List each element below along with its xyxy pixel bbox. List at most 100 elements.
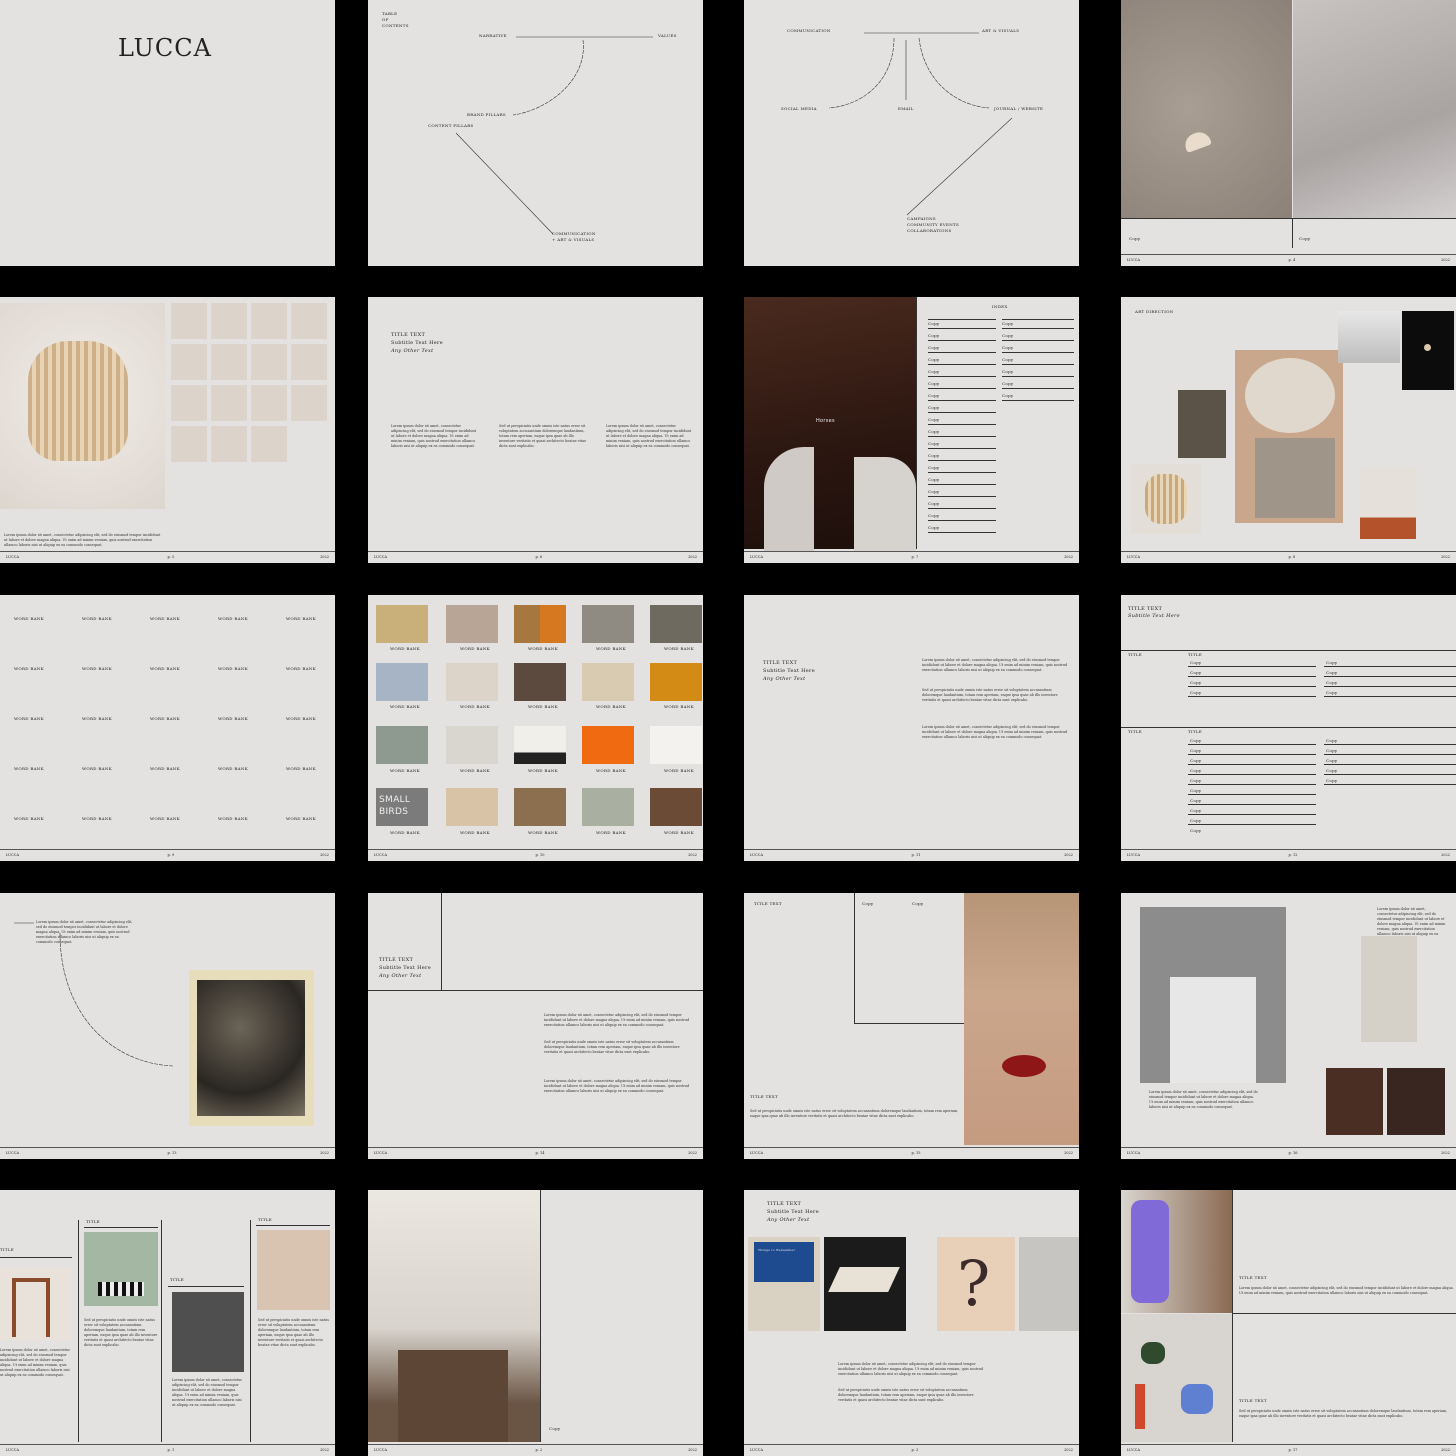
toc-brand-pillars: BRAND PILLARS [467, 112, 506, 117]
text-label: Any Other Text [379, 973, 422, 979]
divider-line [1188, 764, 1316, 765]
table-page[interactable]: TITLE TEXT Subtitle Text Here TITLE TITL… [1121, 595, 1456, 861]
text-label: Copy [549, 1426, 561, 1431]
text-label: Lorem ipsum dolor sit amet, consectetur … [1239, 1286, 1454, 1295]
text-label: TITLE TEXT [1239, 1398, 1267, 1403]
text-label: 2022 [1441, 1151, 1450, 1155]
text-label: Copy [1002, 393, 1014, 398]
text-label: LUCCA [1127, 1151, 1140, 1155]
text-label: WORD BANK [460, 646, 490, 651]
divider-line [250, 1220, 251, 1442]
comm-collab: COLLABORATIONS [907, 228, 952, 233]
divider-line [928, 448, 996, 449]
caption-copy: Copy [1299, 236, 1311, 241]
text-label: Lorem ipsum dolor sit amet, consectetur … [922, 658, 1068, 672]
divider-line [0, 1257, 72, 1258]
text-label: Copy [912, 901, 924, 906]
toc-page[interactable]: TABLE OF CONTENTS NARRATIVE VALUES BRAND… [368, 0, 703, 266]
moodboard-moon [1402, 311, 1454, 390]
text-label: Sed ut perspiciatis unde omnis iste natu… [750, 1109, 959, 1118]
object-strip-page[interactable]: TITLE TEXT Subtitle Text Here Any Other … [744, 1190, 1079, 1456]
wb-image [650, 663, 702, 701]
hanging-vases-photo [1121, 1314, 1232, 1442]
text-label: WORD BANK [664, 704, 694, 709]
wb-image [514, 605, 566, 643]
interior-photo [368, 1190, 540, 1442]
staircase-photo [189, 970, 314, 1126]
columns-images-page[interactable]: TITLE Lorem ipsum dolor sit amet, consec… [0, 1190, 335, 1456]
text-column-2: Sed ut perspiciatis unde omnis iste natu… [499, 424, 587, 448]
text-label: Sed ut perspiciatis unde omnis iste natu… [544, 1040, 680, 1054]
text-label: Sed ut perspiciatis unde omnis iste natu… [922, 688, 1058, 702]
footer: LUCCA p. 12 2022 [1121, 849, 1456, 861]
divider-line [1121, 650, 1456, 651]
text-label: 2022 [688, 1151, 697, 1155]
text-label: WORD BANK [596, 768, 626, 773]
text-label: WORD BANK [150, 716, 180, 721]
divider-line [256, 1225, 330, 1226]
sheer-trousers-photo [1293, 0, 1456, 218]
face-photo [964, 893, 1079, 1145]
sculpture-shape [28, 341, 128, 461]
text-label: p. 17 [1288, 1448, 1298, 1452]
text-label: WORD BANK [460, 768, 490, 773]
comm-social: SOCIAL MEDIA [781, 106, 817, 111]
divider-line [161, 1220, 162, 1442]
text-label: LUCCA [750, 853, 763, 857]
footer: LUCCA p. 7 2022 [744, 551, 1079, 563]
footer: LUCCA p. 5 2022 [0, 551, 335, 563]
divider-line [1188, 774, 1316, 775]
text-label: WORD BANK [218, 766, 248, 771]
split-title-page[interactable]: TITLE TEXT Subtitle Text Here Any Other … [368, 893, 703, 1159]
text-label: 2022 [1064, 555, 1073, 559]
index-page[interactable]: Horses INDEX Copy Copy Copy Copy Copy Co… [744, 297, 1079, 563]
image-word-bank-page[interactable]: WORD BANK WORD BANK WORD BANK WORD BANK … [368, 595, 703, 861]
fashion-page[interactable]: Lorem ipsum dolor sit amet, consectetur … [1121, 893, 1456, 1159]
text-label: WORD BANK [14, 716, 44, 721]
photo-spread-fan[interactable]: Copy Copy LUCCA p. 4 2022 [1121, 0, 1456, 266]
divider-line [1002, 400, 1074, 401]
text-label: 2022 [320, 1448, 329, 1452]
divider-line [1002, 376, 1074, 377]
sculpture-page[interactable]: Lorem ipsum dolor sit amet, consectetur … [0, 297, 335, 563]
text-label: Copy [1190, 828, 1202, 833]
text-columns-page[interactable]: TITLE TEXT Subtitle Text Here Any Other … [368, 297, 703, 563]
text-label: Copy [928, 345, 940, 350]
text-label: 2022 [320, 1151, 329, 1155]
cover-page[interactable]: LUCCA [0, 0, 335, 266]
art-direction-page[interactable]: ART DIRECTION LUCCA p. 8 2022 [1121, 297, 1456, 563]
word-bank-page[interactable]: WORD BANK WORD BANK WORD BANK WORD BANK … [0, 595, 335, 861]
title-text-page[interactable]: TITLE TEXT Subtitle Text Here Any Other … [744, 595, 1079, 861]
vase-photo [1361, 936, 1417, 1042]
text-label: Lorem ipsum dolor sit amet, consectetur … [922, 725, 1068, 739]
divider-line [1232, 1313, 1456, 1314]
purple-object-page[interactable]: TITLE TEXT Lorem ipsum dolor sit amet, c… [1121, 1190, 1456, 1456]
portrait-page[interactable]: TITLE TEXT Copy Copy TITLE TEXT Sed ut p… [744, 893, 1079, 1159]
divider-line [1002, 352, 1074, 353]
text-label: WORD BANK [14, 766, 44, 771]
small-birds-image: SMALL BIRDS [376, 788, 428, 826]
divider-line [928, 472, 996, 473]
sand-fan-photo [1121, 0, 1292, 218]
text-label: Copy [928, 429, 940, 434]
divider-line [1324, 784, 1456, 785]
divider-line [854, 893, 855, 1023]
text-label: TITLE [258, 1217, 272, 1222]
spread-grid: LUCCA TABLE OF CONTENTS NARRATIVE VALUES… [0, 0, 1456, 1456]
staircase-page[interactable]: Lorem ipsum dolor sit amet, consectetur … [0, 893, 335, 1159]
text-label: TITLE TEXT [1128, 606, 1163, 612]
text-label: LUCCA [374, 853, 387, 857]
interior-photo-page[interactable]: Copy LUCCA p. 2 2022 [368, 1190, 703, 1456]
communication-page[interactable]: COMMUNICATION ART & VISUALS SOCIAL MEDIA… [744, 0, 1079, 266]
text-label: WORD BANK [218, 816, 248, 821]
text-label: Copy [928, 405, 940, 410]
text-label: WORD BANK [14, 816, 44, 821]
wb-image [582, 788, 634, 826]
text-label: WORD BANK [664, 830, 694, 835]
toc-diagram [455, 36, 653, 235]
book-photo: Things to Remember [748, 1237, 820, 1331]
wb-image [582, 605, 634, 643]
sculpture-photo [0, 303, 165, 509]
text-label: Lorem ipsum dolor sit amet, consectetur … [544, 1013, 690, 1027]
wb-image [650, 726, 702, 764]
